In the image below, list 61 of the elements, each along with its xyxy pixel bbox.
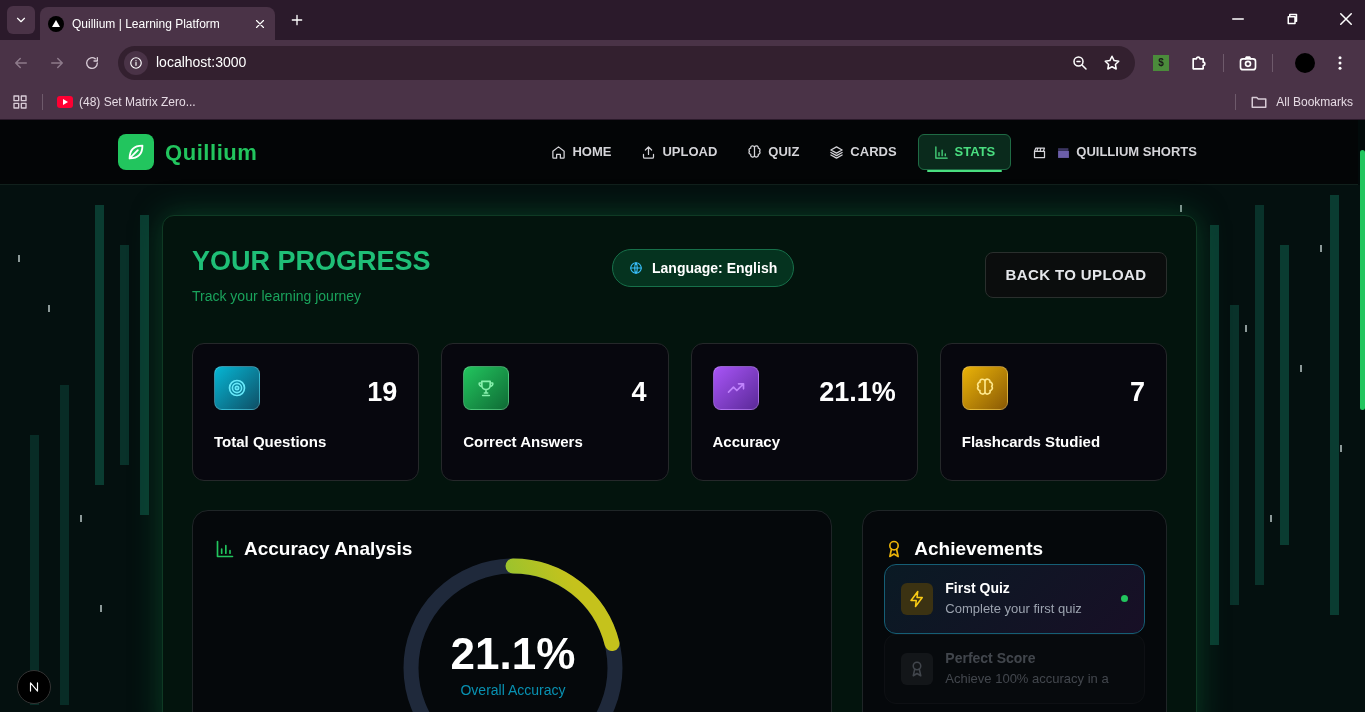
stat-value: 21.1%	[819, 376, 896, 409]
brain-icon	[961, 366, 1008, 410]
star-icon[interactable]	[1103, 53, 1121, 72]
play-icon	[57, 96, 73, 108]
stat-value: 19	[367, 376, 398, 409]
card-title: Achievements	[914, 537, 1044, 561]
close-icon[interactable]	[1337, 10, 1355, 28]
tab-title: Quillium | Learning Platform	[72, 15, 221, 33]
nav-tab[interactable]: UPLOAD	[632, 134, 727, 170]
nav-tab[interactable]: HOME	[542, 134, 621, 170]
achievement-description: Complete your first quiz	[945, 600, 1083, 619]
brand-name[interactable]: Quillium	[165, 135, 258, 169]
stat-label: Total Questions	[214, 431, 328, 452]
nav-tab[interactable]: QUIZ	[738, 134, 809, 170]
url-text: localhost:3000	[156, 53, 248, 72]
brain-icon	[747, 144, 763, 160]
nav-tab[interactable]: CARDS	[820, 134, 906, 170]
info-icon[interactable]	[129, 55, 143, 70]
stat-label: Correct Answers	[463, 431, 584, 452]
page-subtitle: Track your learning journey	[192, 287, 363, 306]
bar-chart-icon	[933, 144, 949, 160]
trend-up-icon	[712, 366, 759, 410]
clapperboard-icon	[1032, 144, 1048, 160]
achievement-description: Achieve 100% accuracy in a	[945, 670, 1110, 689]
stat-label: Flashcards Studied	[961, 431, 1102, 452]
house-icon	[551, 144, 567, 160]
accuracy-caption: Overall Accuracy	[460, 681, 566, 700]
trophy-icon	[463, 366, 510, 410]
language-badge[interactable]: Language: English	[612, 249, 795, 287]
lightning-icon	[901, 582, 934, 615]
target-icon	[214, 366, 260, 410]
extension-icon[interactable]: $	[1153, 54, 1169, 71]
address-bar[interactable]: localhost:3000	[118, 45, 1135, 80]
back-to-upload-button[interactable]: BACK TO UPLOAD	[985, 252, 1167, 298]
bar-chart-icon	[215, 539, 235, 560]
achievement-title: Perfect Score	[945, 649, 1037, 669]
nav-tab[interactable]: STATS	[917, 134, 1012, 170]
card-title: Accuracy Analysis	[244, 537, 413, 561]
medal-icon	[901, 652, 934, 685]
stat-label: Accuracy	[712, 431, 782, 452]
accuracy-value: 21.1%	[450, 628, 576, 680]
logo-icon[interactable]	[118, 134, 154, 170]
tab-list-button[interactable]	[7, 6, 35, 34]
upload-icon	[641, 144, 657, 160]
n-logo-icon	[27, 680, 41, 694]
browser-tab[interactable]: Quillium | Learning Platform	[40, 7, 275, 40]
all-bookmarks[interactable]: All Bookmarks	[1250, 93, 1353, 111]
layers-icon	[829, 144, 845, 160]
zoom-icon[interactable]	[1071, 53, 1089, 72]
clapperboard-icon	[1057, 145, 1071, 159]
nav-tab[interactable]: QUILLIUM SHORTS	[1023, 134, 1206, 170]
apps-icon[interactable]	[12, 94, 28, 110]
stat-value: 7	[1129, 376, 1145, 409]
bookmark[interactable]: (48) Set Matrix Zero...	[57, 93, 196, 111]
stat-value: 4	[631, 376, 647, 409]
page-title: YOUR PROGRESS	[192, 245, 432, 278]
reload-icon[interactable]	[84, 54, 100, 71]
globe-icon	[629, 261, 643, 275]
site-icon	[48, 15, 64, 32]
achievement-title: First Quiz	[945, 579, 1011, 599]
new-tab-icon[interactable]	[289, 12, 305, 28]
